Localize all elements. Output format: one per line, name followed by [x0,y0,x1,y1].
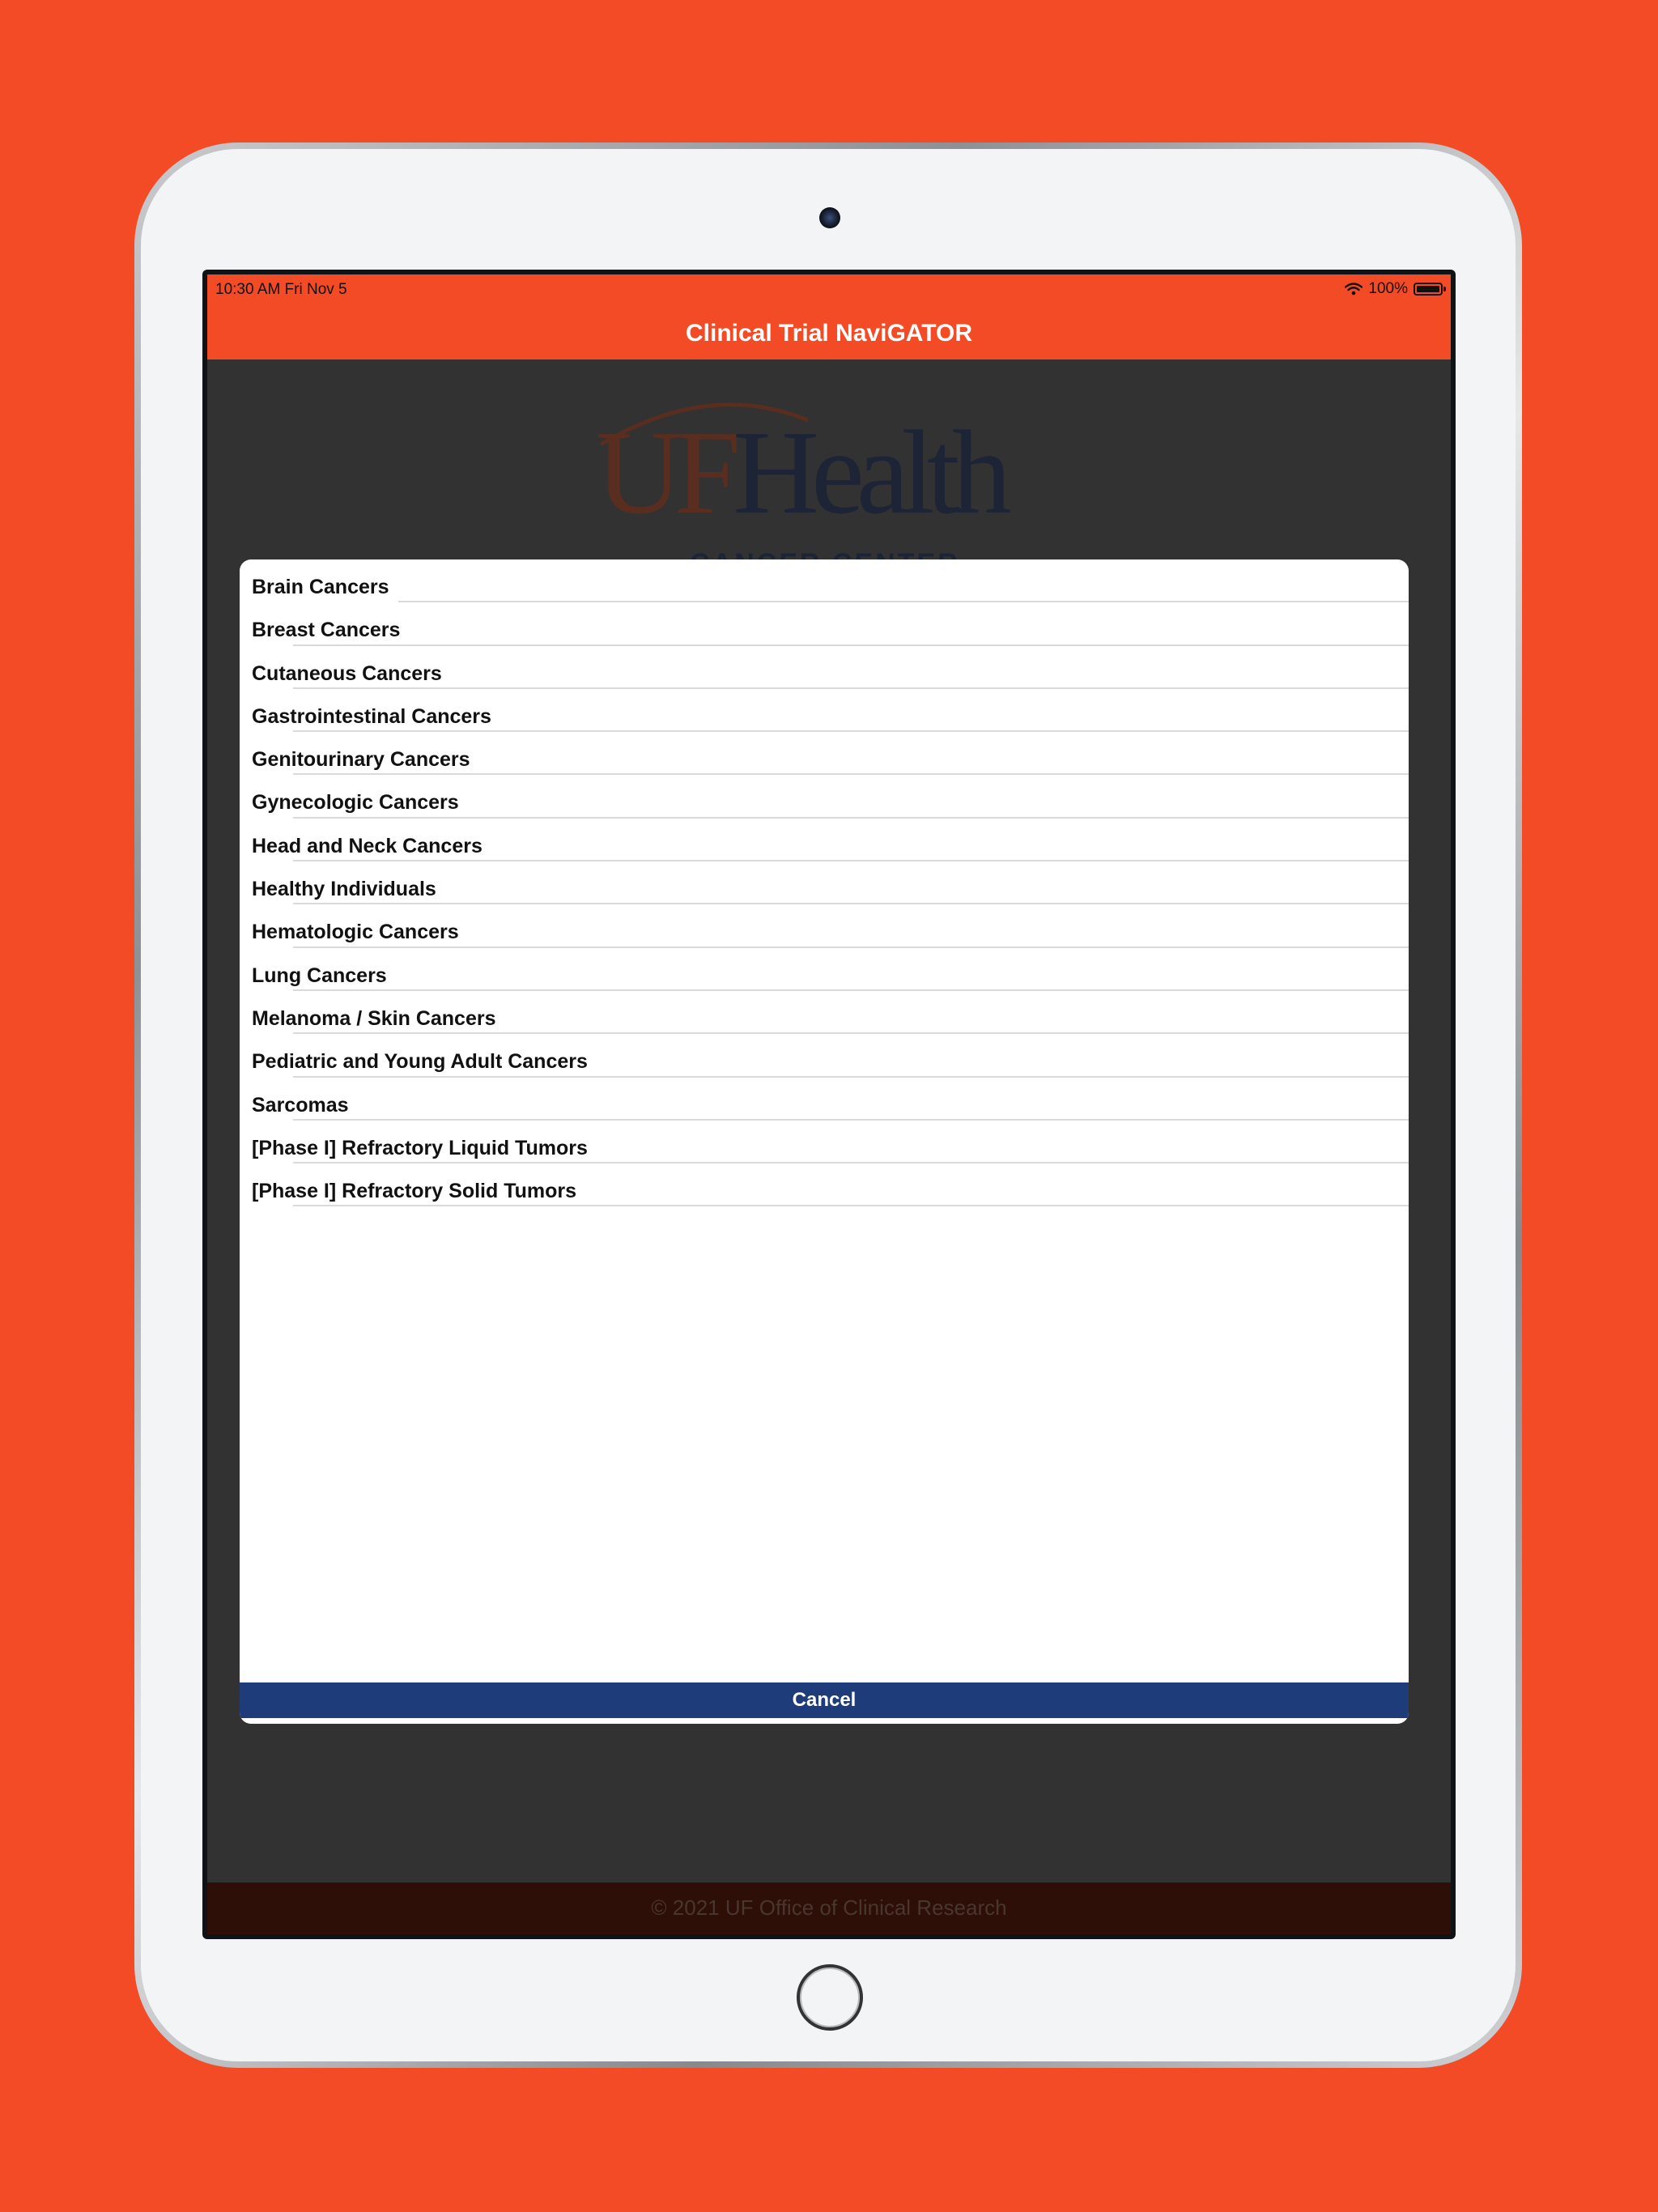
navigation-bar: 10:30 AM Fri Nov 5 100% Clinical Trial N… [207,274,1451,359]
page-title: Clinical Trial NaviGATOR [686,320,972,347]
list-item-label: Sarcomas [252,1093,349,1117]
logo-wordmark: UFHealth [596,404,1082,550]
cancel-button-label: Cancel [792,1688,857,1711]
list-item-label: Genitourinary Cancers [252,748,470,772]
list-item-label: [Phase I] Refractory Liquid Tumors [252,1136,588,1159]
cancer-type-picker: Brain Cancers Breast Cancers Cutaneous C… [240,559,1409,1724]
cancer-type-list: Brain Cancers Breast Cancers Cutaneous C… [240,559,1409,1207]
list-item[interactable]: Melanoma / Skin Cancers [240,991,1409,1035]
footer: © 2021 UF Office of Clinical Research [207,1882,1451,1934]
list-item-label: Head and Neck Cancers [252,834,483,857]
list-item[interactable]: Head and Neck Cancers [240,819,1409,862]
modal-bottom-edge [240,1718,1409,1724]
list-item-label: [Phase I] Refractory Solid Tumors [252,1180,577,1203]
list-item[interactable]: Gynecologic Cancers [240,775,1409,819]
list-item-label: Healthy Individuals [252,878,436,901]
battery-icon [1414,283,1446,296]
list-item-label: Melanoma / Skin Cancers [252,1006,496,1030]
list-item[interactable]: Healthy Individuals [240,861,1409,905]
list-item[interactable]: Pediatric and Young Adult Cancers [240,1034,1409,1078]
camera-icon [819,207,840,228]
list-item-label: Brain Cancers [252,576,389,598]
list-item[interactable]: Brain Cancers [240,559,1409,603]
footer-copyright: © 2021 UF Office of Clinical Research [651,1895,1007,1920]
list-item-label: Cutaneous Cancers [252,661,442,685]
list-item[interactable]: Genitourinary Cancers [240,732,1409,776]
status-time: 10:30 AM Fri Nov 5 [215,281,347,298]
wifi-icon [1345,283,1363,296]
list-item[interactable]: Sarcomas [240,1078,1409,1121]
status-indicators: 100% [1345,279,1446,299]
list-item[interactable]: Lung Cancers [240,948,1409,992]
uf-health-logo: UFHealth [596,388,1082,539]
logo-health: Health [733,406,1011,539]
logo-uf: UF [596,406,741,539]
list-item[interactable]: [Phase I] Refractory Liquid Tumors [240,1121,1409,1164]
list-item[interactable]: Breast Cancers [240,602,1409,646]
home-button[interactable] [797,1964,863,2031]
list-item-label: Hematologic Cancers [252,921,459,944]
list-item[interactable]: [Phase I] Refractory Solid Tumors [240,1163,1409,1207]
list-item-label: Pediatric and Young Adult Cancers [252,1050,588,1074]
battery-percentage: 100% [1368,280,1408,297]
list-item[interactable]: Gastrointestinal Cancers [240,689,1409,733]
list-item[interactable]: Hematologic Cancers [240,904,1409,948]
list-item-label: Gynecologic Cancers [252,791,459,815]
list-item-label: Lung Cancers [252,963,387,987]
list-item-label: Breast Cancers [252,619,401,642]
list-item-label: Gastrointestinal Cancers [252,704,491,728]
list-item[interactable]: Cutaneous Cancers [240,646,1409,690]
